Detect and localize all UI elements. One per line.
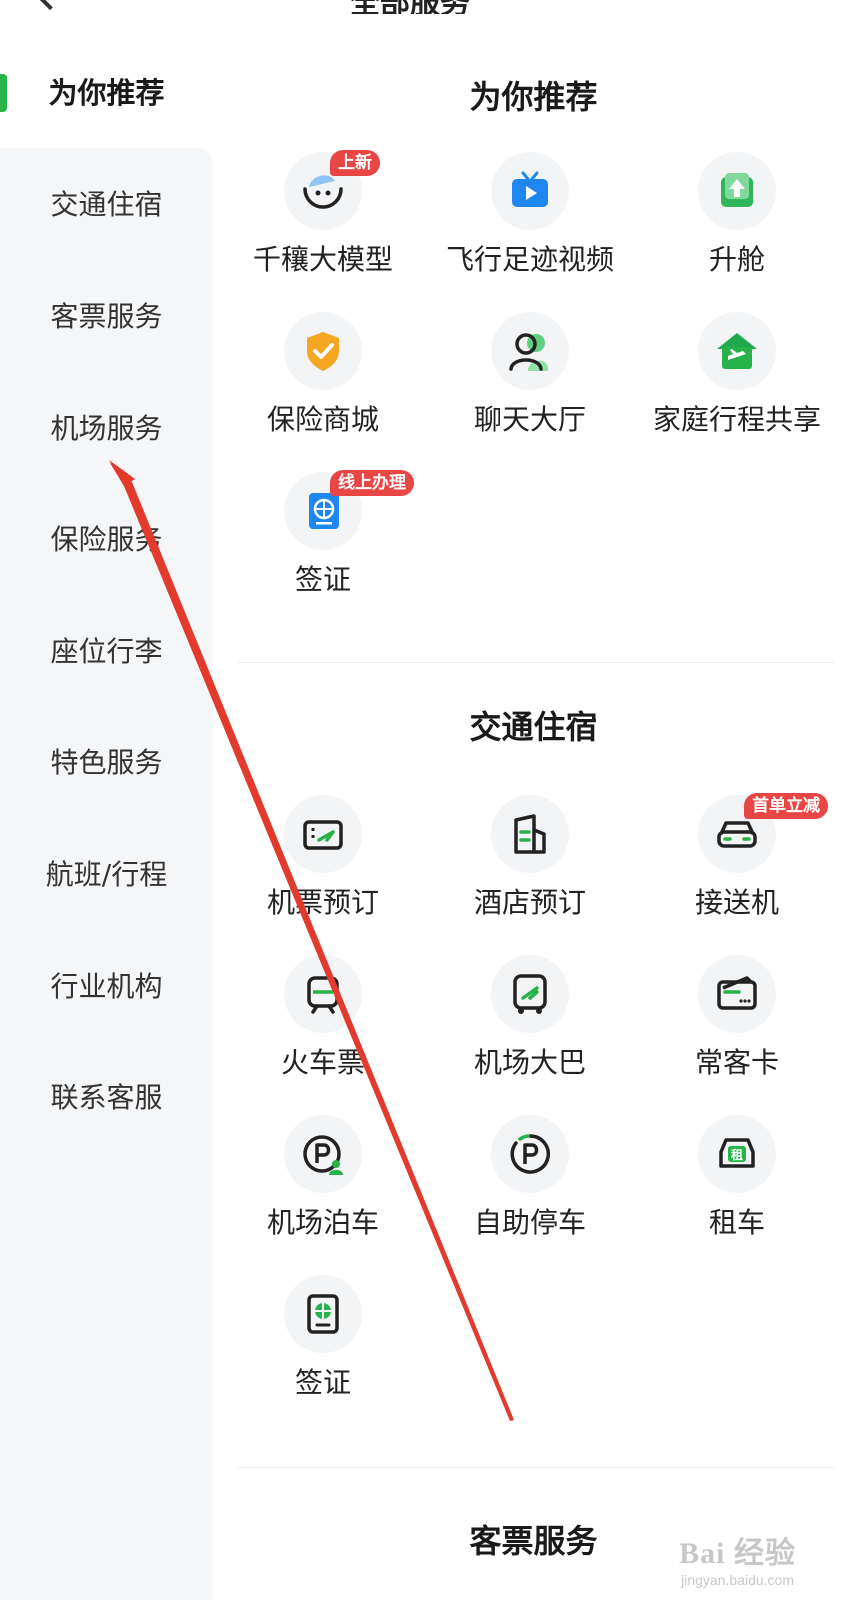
sidebar-item-recommend[interactable]: 为你推荐 [0,34,213,148]
service-label: 聊天大厅 [473,403,586,436]
hotel-building-icon [514,814,546,854]
upgrade-icon [721,173,753,207]
service-label: 飞行足迹视频 [445,243,614,276]
sidebar-item-insurance[interactable]: 保险服务 [0,481,213,595]
service-upgrade[interactable]: 升舱 [632,152,842,302]
service-airport-transfer[interactable]: 首单立减 接送机 [632,793,842,945]
ticket-plane-icon [303,820,343,850]
service-ai-model[interactable]: 上新 千穰大模型 [218,150,428,302]
service-label: 酒店预订 [473,886,586,919]
sidebar-item-airport[interactable]: 机场服务 [0,370,213,484]
service-label: 租车 [708,1206,765,1239]
sidebar-item-special[interactable]: 特色服务 [0,704,213,818]
sidebar-item-industry[interactable]: 行业机构 [0,928,213,1042]
sidebar-item-seat-luggage[interactable]: 座位行李 [0,593,213,707]
parking-person-icon [303,1135,343,1175]
service-label: 火车票 [280,1046,365,1079]
tv-play-icon [512,171,548,207]
service-label: 签证 [294,1366,351,1399]
service-label: 机票预订 [266,886,379,919]
service-hotel-booking[interactable]: 酒店预订 [425,795,635,945]
service-car-rental[interactable]: 租 租车 [632,1115,842,1265]
rent-car-icon: 租 [719,1138,755,1168]
house-plane-icon [717,333,757,369]
section-divider [238,1467,834,1468]
service-label: 家庭行程共享 [652,403,821,436]
watermark: Bai 经验 jingyan.baidu.com [679,1537,796,1588]
service-chat-hall[interactable]: 聊天大厅 [425,312,635,462]
train-icon [307,976,339,1014]
service-content: 为你推荐 上新 千穰大模型 飞行足迹视频 升舱 保险商城 聊天大厅 家庭行程共享… [213,0,854,1600]
service-flight-video[interactable]: 飞行足迹视频 [425,152,635,302]
service-frequent-flyer[interactable]: 常客卡 [632,955,842,1105]
service-airport-parking[interactable]: 机场泊车 [218,1115,428,1265]
sidebar-item-transport[interactable]: 交通住宿 [0,146,213,260]
service-label: 自助停车 [473,1206,586,1239]
badge-online: 线上办理 [330,470,414,496]
service-label: 保险商城 [266,403,379,436]
self-parking-icon [510,1134,550,1174]
chat-people-icon [509,333,548,371]
member-card-icon [717,976,757,1010]
badge-first-order: 首单立减 [744,793,828,819]
service-self-parking[interactable]: 自助停车 [425,1115,635,1265]
section-divider [238,662,834,663]
sidebar-item-flight-trip[interactable]: 航班/行程 [0,816,213,930]
service-label: 机场大巴 [473,1046,586,1079]
service-label: 千穰大模型 [252,243,393,276]
sidebar-item-support[interactable]: 联系客服 [0,1039,213,1153]
sidebar-item-ticket[interactable]: 客票服务 [0,258,213,372]
section-title-recommend: 为你推荐 [469,78,598,116]
service-visa-online[interactable]: 线上办理 签证 [218,470,428,622]
service-label: 接送机 [694,886,779,919]
badge-new: 上新 [330,150,380,176]
svg-text:租: 租 [731,1148,743,1162]
service-label: 常客卡 [694,1046,779,1079]
service-label: 升舱 [708,243,765,276]
passport-icon [307,1294,339,1334]
service-label: 签证 [294,563,351,596]
service-insurance-mall[interactable]: 保险商城 [218,312,428,462]
category-sidebar: 为你推荐 交通住宿 客票服务 机场服务 保险服务 座位行李 特色服务 航班/行程… [0,50,213,1600]
shield-check-icon [307,332,339,371]
service-flight-booking[interactable]: 机票预订 [218,795,428,945]
bus-icon [513,974,547,1014]
service-label: 机场泊车 [266,1206,379,1239]
section-title-transport: 交通住宿 [469,708,598,746]
service-train-ticket[interactable]: 火车票 [218,955,428,1105]
service-airport-bus[interactable]: 机场大巴 [425,955,635,1105]
service-visa[interactable]: 签证 [218,1275,428,1425]
back-arrow-icon[interactable] [35,0,65,11]
service-family-trip[interactable]: 家庭行程共享 [632,312,842,462]
